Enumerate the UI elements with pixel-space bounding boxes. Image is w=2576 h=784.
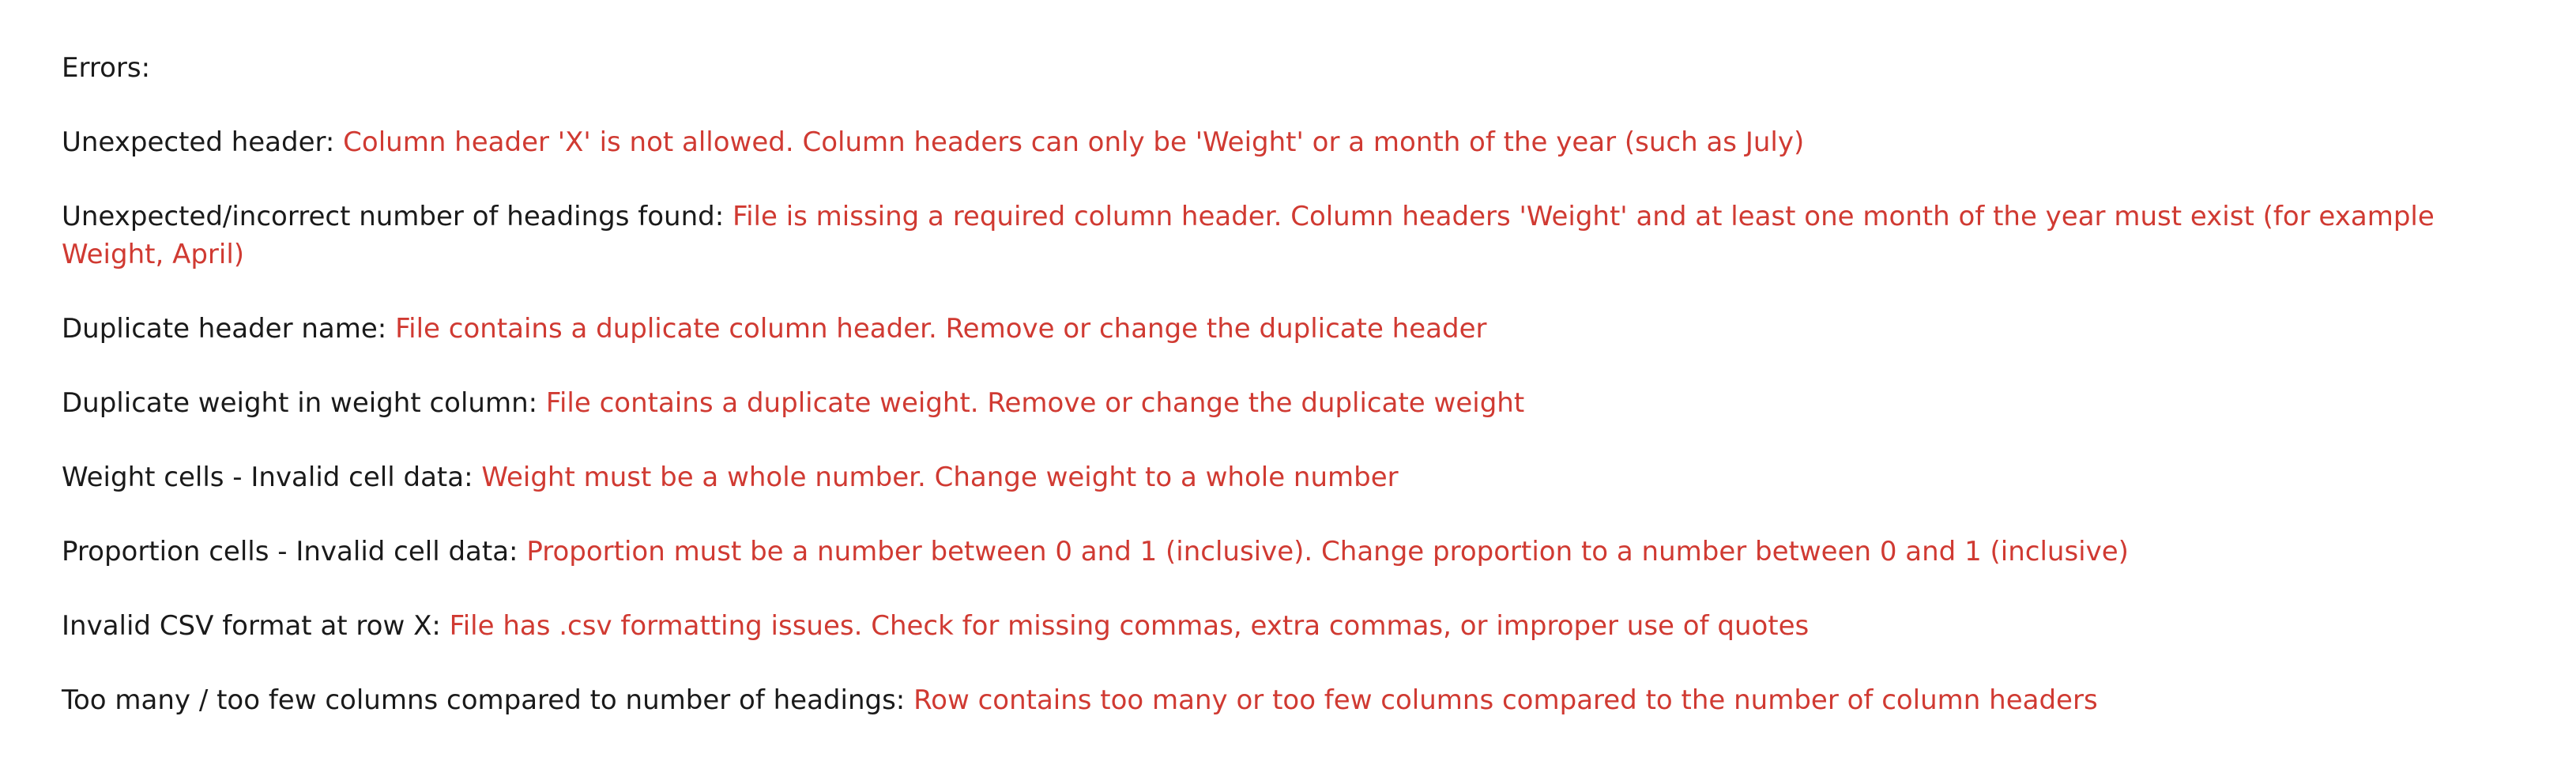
error-message: File has .csv formatting issues. Check f…	[449, 610, 1810, 642]
error-item-column-count: Too many / too few columns compared to n…	[62, 681, 2511, 719]
error-message: Weight must be a whole number. Change we…	[481, 462, 1399, 493]
error-message: File contains a duplicate weight. Remove…	[545, 387, 1525, 419]
error-title: Too many / too few columns compared to n…	[62, 684, 906, 716]
error-message: Proportion must be a number between 0 an…	[526, 536, 2129, 567]
error-message: File contains a duplicate column header.…	[395, 313, 1487, 345]
error-title: Duplicate header name:	[62, 313, 387, 345]
error-item-invalid-csv: Invalid CSV format at row X: File has .c…	[62, 607, 2511, 645]
error-item-weight-cells: Weight cells - Invalid cell data: Weight…	[62, 458, 2511, 496]
error-title: Unexpected header:	[62, 126, 335, 158]
error-message: Column header 'X' is not allowed. Column…	[343, 126, 1805, 158]
error-title: Duplicate weight in weight column:	[62, 387, 538, 419]
error-item-duplicate-header: Duplicate header name: File contains a d…	[62, 310, 2511, 348]
errors-panel: Errors: Unexpected header: Column header…	[62, 49, 2511, 756]
error-title: Unexpected/incorrect number of headings …	[62, 201, 725, 232]
errors-heading: Errors:	[62, 52, 151, 84]
error-list: Unexpected header: Column header 'X' is …	[62, 123, 2511, 719]
error-item-duplicate-weight: Duplicate weight in weight column: File …	[62, 384, 2511, 422]
error-item-unexpected-header: Unexpected header: Column header 'X' is …	[62, 123, 2511, 161]
error-item-proportion-cells: Proportion cells - Invalid cell data: Pr…	[62, 533, 2511, 571]
error-title: Invalid CSV format at row X:	[62, 610, 441, 642]
error-message: Row contains too many or too few columns…	[913, 684, 2098, 716]
error-item-incorrect-headings: Unexpected/incorrect number of headings …	[62, 198, 2511, 273]
error-title: Proportion cells - Invalid cell data:	[62, 536, 518, 567]
error-title: Weight cells - Invalid cell data:	[62, 462, 473, 493]
